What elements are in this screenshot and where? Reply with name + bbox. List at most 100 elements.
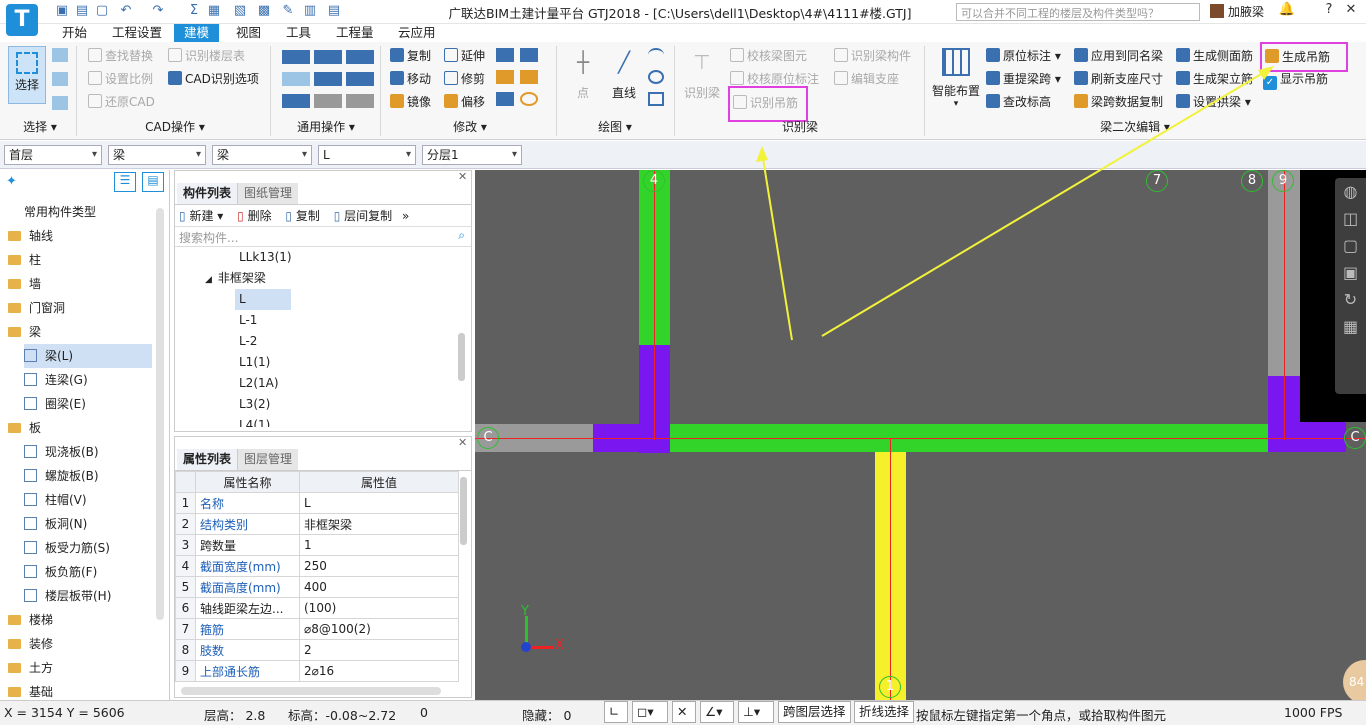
copy-button[interactable]: 复制 [390, 46, 431, 66]
list-item[interactable]: L3(2) [175, 394, 471, 415]
set-scale-button[interactable]: 设置比例 [88, 69, 153, 89]
tab-attribute-list[interactable]: 属性列表 [177, 449, 239, 470]
span-copy-button[interactable]: 梁跨数据复制 [1074, 92, 1163, 112]
angle-toggle[interactable]: ∠▾ [700, 701, 734, 723]
globe-icon[interactable]: ◍ [1335, 182, 1366, 201]
tab-component-list[interactable]: 构件列表 [177, 183, 239, 204]
user-name[interactable]: 加腋梁 [1210, 3, 1264, 20]
tree-scrollbar[interactable] [156, 208, 164, 620]
report-icon[interactable]: ▧ [232, 3, 248, 19]
origin-label-button[interactable]: 原位标注 ▾ [986, 46, 1061, 66]
floor-select[interactable]: 首层 [4, 145, 102, 165]
new-icon[interactable]: ▢ [94, 3, 110, 19]
list-item[interactable]: L-1 [175, 310, 471, 331]
tree-item[interactable]: 梁 [8, 320, 41, 344]
pick-icon[interactable] [52, 48, 68, 62]
calculator-icon[interactable]: ▦ [1335, 317, 1366, 336]
generate-stand-bar-button[interactable]: 生成架立筋 [1176, 69, 1253, 89]
tree-item[interactable]: 柱 [8, 248, 41, 272]
box-icon[interactable]: ▣ [1335, 263, 1366, 282]
attribute-value[interactable]: 2 [299, 639, 459, 661]
bell-icon[interactable]: 🔔 [1276, 2, 1298, 17]
table-row[interactable]: 3 跨数量 1 [175, 534, 459, 556]
select-button[interactable]: 选择 [8, 46, 46, 104]
tree-item[interactable]: 轴线 [8, 224, 53, 248]
list-group[interactable]: ◢ 非框架梁 [175, 268, 471, 289]
tree-item[interactable]: 连梁(G) [24, 368, 88, 392]
cloud-icon[interactable] [282, 72, 310, 86]
tab-view[interactable]: 视图 [226, 24, 271, 42]
rect-icon[interactable] [648, 92, 664, 106]
tab-project-settings[interactable]: 工程设置 [102, 24, 172, 42]
edit-support-button[interactable]: 编辑支座 [834, 69, 899, 89]
table-row[interactable]: 5 截面高度(mm) 400 [175, 576, 459, 598]
tab-modeling[interactable]: 建模 [174, 24, 220, 42]
tab-start[interactable]: 开始 [52, 24, 97, 42]
sum-icon[interactable]: Σ [186, 3, 202, 19]
move-button[interactable]: 移动 [390, 69, 431, 89]
tree-item[interactable]: 板受力筋(S) [24, 536, 110, 560]
recognize-hanger-button[interactable]: 识别吊筋 [728, 86, 808, 122]
tab-tools[interactable]: 工具 [276, 24, 321, 42]
layer-select[interactable]: 分层1 [422, 145, 522, 165]
table-row[interactable]: 1 名称 L [175, 492, 459, 514]
generate-hanger-button[interactable]: 生成吊筋 [1260, 42, 1348, 72]
list-item-selected[interactable]: L [235, 289, 291, 310]
close-button[interactable]: ✕ [1340, 2, 1362, 17]
recognize-floor-table-button[interactable]: 识别楼层表 [168, 46, 245, 66]
cad-options-button[interactable]: CAD识别选项 [168, 69, 259, 89]
tab-drawing-management[interactable]: 图纸管理 [238, 183, 299, 204]
dimension-toggle[interactable]: ⊥▾ [738, 701, 774, 723]
rotate-icon[interactable] [496, 92, 514, 106]
cube-icon[interactable]: ▢ [1335, 236, 1366, 255]
rotate-view-icon[interactable]: ↻ [1335, 290, 1366, 309]
circle-icon[interactable] [648, 70, 664, 84]
3d-view-icon[interactable]: ◫ [1335, 209, 1366, 228]
table-row[interactable]: 2 结构类别 非框架梁 [175, 513, 459, 535]
tree-common-types[interactable]: 常用构件类型 [24, 200, 96, 224]
list-item[interactable]: L-2 [175, 331, 471, 352]
attribute-value[interactable]: 400 [299, 576, 459, 598]
tree-item[interactable]: 柱帽(V) [24, 488, 87, 512]
lift-span-button[interactable]: 重提梁跨 ▾ [986, 69, 1061, 89]
table-row[interactable]: 9 上部通长筋 2⌀16 [175, 660, 459, 682]
tree-item[interactable]: 楼层板带(H) [24, 584, 111, 608]
attribute-value[interactable]: L [299, 492, 459, 514]
check-beam-button[interactable]: 校核梁图元 [730, 46, 807, 66]
point-button[interactable]: ┼ 点 [566, 50, 600, 102]
tab-layer-management[interactable]: 图层管理 [238, 449, 299, 470]
more-icon[interactable]: » [402, 209, 409, 223]
smart-layout-button[interactable]: 智能布置 ▾ [930, 48, 982, 114]
layout-icon[interactable] [314, 50, 342, 64]
drawing-canvas[interactable]: 4 7 8 9 C C 1 Y X ◍ ◫ ▢ ▣ ↻ ▦ 84 [475, 170, 1366, 700]
list-item[interactable]: LLk13(1) [175, 247, 471, 268]
category-select[interactable]: 梁 [108, 145, 206, 165]
generate-side-bar-button[interactable]: 生成侧面筋 [1176, 46, 1253, 66]
list-view-icon[interactable]: ☰ [114, 172, 136, 192]
extend-button[interactable]: 延伸 [444, 46, 485, 66]
help-search-input[interactable]: 可以合并不同工程的楼层及构件类型吗？ [956, 3, 1200, 21]
list-item[interactable]: L1(1) [175, 352, 471, 373]
tab-cloud[interactable]: 云应用 [388, 24, 446, 42]
tree-item[interactable]: 螺旋板(B) [24, 464, 99, 488]
trim-button[interactable]: 修剪 [444, 69, 485, 89]
tree-item[interactable]: 墙 [8, 272, 41, 296]
grid-icon[interactable]: ▩ [256, 3, 272, 19]
member-select[interactable]: L [318, 145, 416, 165]
card-view-icon[interactable]: ▤ [142, 172, 164, 192]
funnel-icon[interactable] [346, 94, 374, 108]
attribute-value[interactable]: ⌀8@100(2) [299, 618, 459, 640]
show-hanger-checkbox[interactable]: ✓ 显示吊筋 [1263, 69, 1328, 90]
redo-icon[interactable]: ↷ [150, 3, 166, 19]
tree-item[interactable]: 梁(L) [24, 344, 152, 368]
list-item[interactable]: L4(1) [175, 415, 471, 427]
attr-scrollbar[interactable] [460, 477, 467, 545]
measure-icon[interactable] [346, 72, 374, 86]
copy-across-floors-button[interactable]: ▯ 层间复制 [334, 209, 392, 223]
attribute-value[interactable]: 1 [299, 534, 459, 556]
stretch-icon[interactable] [520, 48, 538, 62]
tab-quantities[interactable]: 工程量 [326, 24, 384, 42]
pin-icon[interactable]: ✦ [6, 174, 17, 189]
attribute-value[interactable]: 非框架梁 [299, 513, 459, 535]
mirror-button[interactable]: 镜像 [390, 92, 431, 112]
